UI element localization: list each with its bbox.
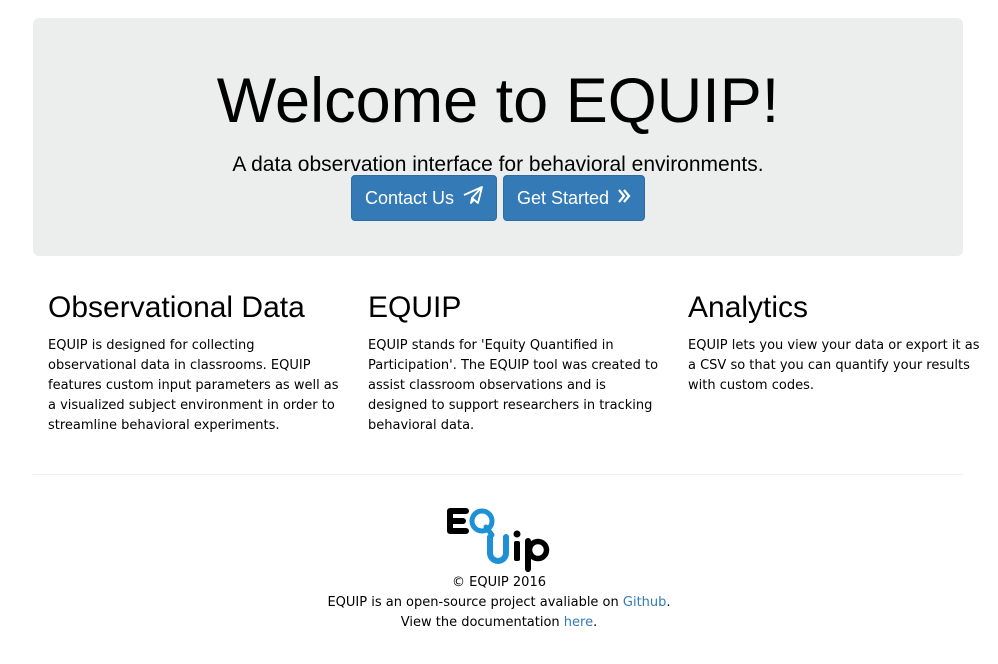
copyright-text: © EQUIP 2016	[452, 575, 546, 590]
hero-subtitle: A data observation interface for behavio…	[232, 153, 764, 176]
hero-title: Welcome to EQUIP!	[216, 66, 780, 136]
docs-line-prefix: View the documentation	[400, 615, 564, 630]
get-started-label: Get Started	[516, 188, 610, 208]
footer-docs-line: View the documentation here.	[0, 613, 998, 633]
get-started-button[interactable]: Get Started	[503, 175, 645, 221]
footer-divider	[33, 474, 963, 475]
github-line-prefix: EQUIP is an open-source project avaliabl…	[327, 595, 623, 610]
footer-github-line: EQUIP is an open-source project avaliabl…	[0, 593, 998, 613]
feature-text: EQUIP is designed for collecting observa…	[48, 338, 339, 433]
feature-title: Analytics	[688, 291, 809, 324]
github-line-suffix: .	[666, 595, 671, 610]
footer: © EQUIP 2016 EQUIP is an open-source pro…	[0, 505, 998, 633]
feature-text: EQUIP stands for 'Equity Quantified in P…	[368, 338, 659, 433]
double-chevron-right-icon	[618, 176, 631, 220]
equip-logo	[447, 508, 550, 572]
feature-title: Observational Data	[48, 291, 305, 324]
feature-title: EQUIP	[368, 291, 462, 324]
paper-plane-icon	[463, 176, 483, 220]
github-link[interactable]: Github	[623, 595, 667, 610]
docs-link[interactable]: here	[564, 615, 593, 630]
feature-observational-data: Observational Data EQUIP is designed for…	[48, 290, 342, 436]
feature-equip: EQUIP EQUIP stands for 'Equity Quantifie…	[368, 290, 662, 436]
contact-us-button[interactable]: Contact Us	[351, 175, 497, 221]
feature-text: EQUIP lets you view your data or export …	[688, 338, 980, 393]
hero-jumbotron: Welcome to EQUIP! A data observation int…	[33, 18, 963, 256]
contact-us-label: Contact Us	[364, 188, 455, 208]
feature-analytics: Analytics EQUIP lets you view your data …	[688, 290, 982, 396]
docs-line-suffix: .	[593, 615, 598, 630]
